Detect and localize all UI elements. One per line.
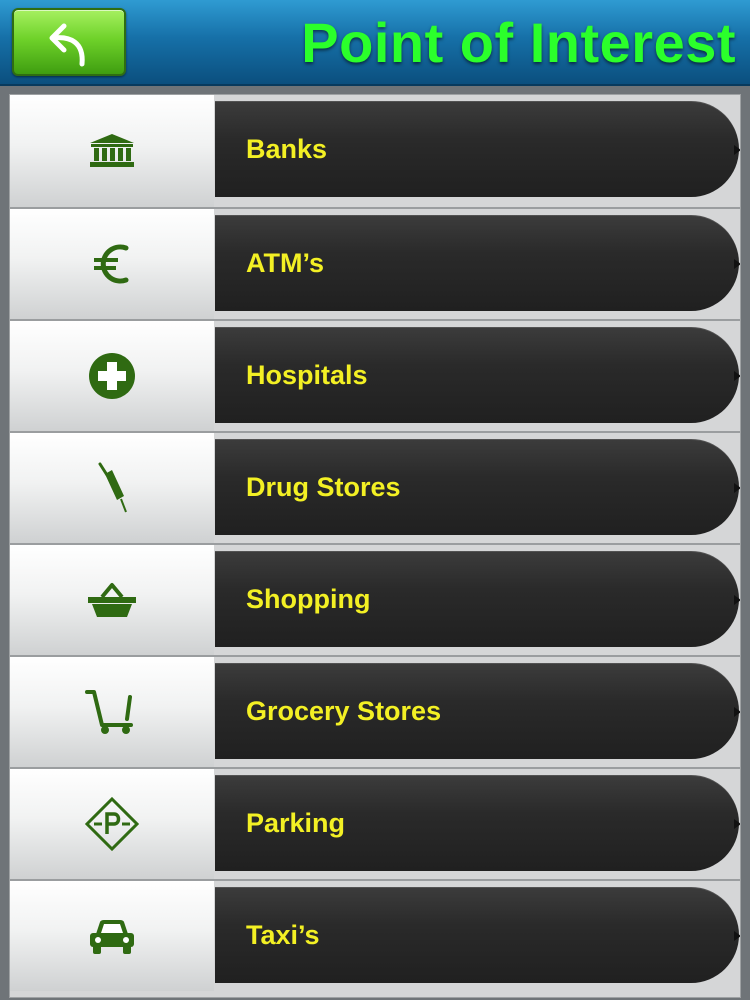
parking-sign-icon	[85, 797, 139, 851]
list-item-drug-stores[interactable]: Drug Stores	[10, 431, 740, 543]
list-item-button[interactable]: Hospitals	[215, 327, 740, 423]
icon-cell	[10, 545, 214, 655]
icon-cell	[10, 769, 214, 879]
list-item-button[interactable]: Banks	[215, 101, 740, 197]
euro-icon	[94, 244, 129, 284]
list-item-button[interactable]: Grocery Stores	[215, 663, 740, 759]
list-item-button[interactable]: Taxi’s	[215, 887, 740, 983]
basket-icon	[88, 583, 136, 617]
list-item-button[interactable]: ATM’s	[215, 215, 740, 311]
list-item-atms[interactable]: ATM’s	[10, 207, 740, 319]
icon-cell	[10, 433, 214, 543]
page-title: Point of Interest	[301, 11, 736, 74]
car-icon	[90, 920, 134, 954]
bank-icon	[90, 134, 134, 167]
icon-cell	[10, 657, 214, 767]
list-item-hospitals[interactable]: Hospitals	[10, 319, 740, 431]
list-item-banks[interactable]: Banks	[10, 95, 740, 207]
list-item-label: ATM’s	[246, 248, 324, 278]
list-item-shopping[interactable]: Shopping	[10, 543, 740, 655]
icon-cell	[10, 321, 214, 431]
icon-cell	[10, 95, 214, 207]
poi-list: Banks ATM’s Hospitals Drug Stores Shoppi…	[9, 94, 741, 998]
list-item-label: Grocery Stores	[246, 696, 442, 726]
back-button[interactable]	[12, 8, 126, 76]
icon-cell	[10, 209, 214, 319]
list-item-parking[interactable]: Parking	[10, 767, 740, 879]
list-item-grocery-stores[interactable]: Grocery Stores	[10, 655, 740, 767]
shopping-cart-icon	[85, 690, 133, 734]
icon-cell	[10, 881, 214, 991]
list-item-label: Parking	[246, 808, 346, 838]
list-item-label: Shopping	[246, 584, 371, 614]
list-item-label: Drug Stores	[246, 472, 401, 502]
back-arrow-icon	[49, 23, 85, 67]
list-item-button[interactable]: Parking	[215, 775, 740, 871]
list-item-label: Taxi’s	[246, 920, 320, 950]
list-item-button[interactable]: Shopping	[215, 551, 740, 647]
list-item-taxis[interactable]: Taxi’s	[10, 879, 740, 991]
syringe-icon	[98, 462, 127, 513]
list-item-button[interactable]: Drug Stores	[215, 439, 740, 535]
list-item-label: Hospitals	[246, 360, 368, 390]
top-bar: Point of Interest	[0, 0, 750, 86]
list-item-label: Banks	[246, 134, 328, 164]
medical-cross-icon	[89, 353, 135, 399]
